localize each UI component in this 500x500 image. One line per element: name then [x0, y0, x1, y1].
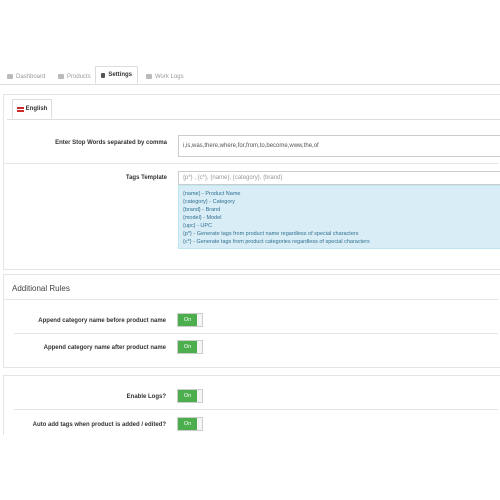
- divider: [14, 409, 498, 410]
- enable-logs-label: Enable Logs?: [126, 394, 166, 400]
- section-title: Additional Rules: [12, 284, 70, 293]
- tab-dashboard[interactable]: Dashboard: [7, 69, 45, 84]
- settings-panel: English Enter Stop Words separated by co…: [3, 94, 500, 270]
- help-line: {upc} - UPC: [183, 223, 213, 229]
- tab-dashboard-label: Dashboard: [16, 73, 46, 80]
- tab-work-logs[interactable]: Work Logs: [146, 69, 184, 84]
- additional-rules-panel: Additional Rules Append category name be…: [3, 274, 500, 368]
- tags-template-help: {name} - Product Name {category} - Categ…: [178, 185, 500, 249]
- logs-panel: Enable Logs? On Auto add tags when produ…: [3, 375, 500, 435]
- gears-icon: [101, 72, 106, 78]
- rule-append-before-label: Append category name before product name: [38, 318, 166, 324]
- help-line: {name} - Product Name: [183, 191, 241, 197]
- stop-words-input[interactable]: i,is,was,there,where,for,from,to,become,…: [178, 135, 500, 157]
- append-before-toggle[interactable]: On: [177, 313, 203, 327]
- home-icon: [7, 74, 13, 79]
- toggle-on-label: On: [178, 390, 197, 402]
- auto-add-tags-label: Auto add tags when product is added / ed…: [32, 422, 166, 428]
- flag-icon: [16, 106, 24, 112]
- help-line: {category} - Category: [183, 199, 235, 205]
- help-line: {model} - Model: [183, 215, 222, 221]
- tab-work-logs-label: Work Logs: [155, 73, 184, 80]
- tab-language-english[interactable]: English: [12, 99, 52, 119]
- append-after-toggle[interactable]: On: [177, 340, 203, 354]
- language-label: English: [25, 106, 48, 112]
- rule-append-after-label: Append category name after product name: [43, 345, 166, 351]
- divider: [14, 333, 498, 334]
- toggle-on-label: On: [178, 418, 197, 430]
- toggle-on-label: On: [178, 341, 197, 353]
- toggle-knob: [197, 314, 202, 326]
- auto-add-tags-toggle[interactable]: On: [177, 417, 203, 431]
- calendar-icon: [146, 74, 152, 79]
- language-tabbar: English: [7, 95, 500, 120]
- tab-products-label: Products: [67, 73, 91, 80]
- help-line: {p*} - Generate tags from product name r…: [183, 231, 359, 237]
- tags-template-input[interactable]: {p*} , {c*}, {name}, {category}, {brand}: [178, 171, 500, 185]
- divider: [4, 299, 498, 300]
- tags-template-label: Tags Template: [125, 175, 167, 181]
- tab-settings[interactable]: Settings: [95, 66, 138, 84]
- list-icon: [58, 74, 64, 79]
- enable-logs-toggle[interactable]: On: [177, 389, 203, 403]
- help-line: {brand} - Brand: [183, 207, 221, 213]
- help-line: {c*} - Generate tags from product catego…: [183, 239, 370, 245]
- toggle-on-label: On: [178, 314, 197, 326]
- tab-settings-label: Settings: [108, 72, 132, 78]
- divider: [4, 163, 498, 164]
- tab-products[interactable]: Products: [58, 69, 91, 84]
- toggle-knob: [197, 341, 202, 353]
- toggle-knob: [197, 418, 202, 430]
- stop-words-label: Enter Stop Words separated by comma: [55, 140, 167, 146]
- toggle-knob: [197, 390, 202, 402]
- main-tabs: Dashboard Products Settings Work Logs: [0, 64, 500, 85]
